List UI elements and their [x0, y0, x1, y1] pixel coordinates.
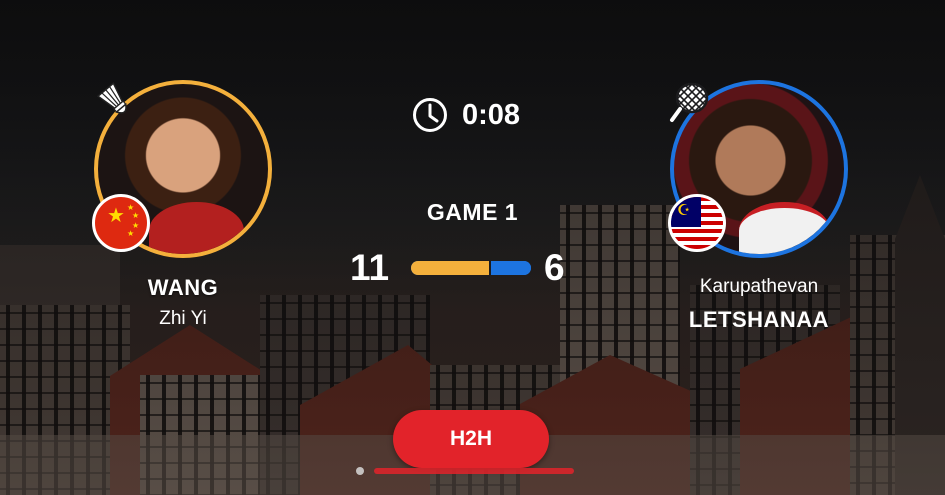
score-right: 6 [544, 247, 565, 288]
score-bar-left-fill [411, 261, 489, 275]
game-label: GAME 1 [426, 199, 519, 225]
shuttlecock-icon [96, 82, 127, 114]
player-given-name-left: Zhi Yi [159, 308, 207, 329]
player-surname-left: WANG [147, 275, 219, 300]
score-progress-bar [411, 261, 531, 275]
racket-icon [670, 82, 709, 122]
score-left: 11 [350, 247, 390, 288]
clock-icon [413, 98, 447, 132]
carousel-dot-active[interactable] [374, 468, 574, 474]
score-bar-right-fill [488, 261, 531, 275]
player-card-left[interactable]: ★ ★ ★ ★ ★ WANG Zhi Yi [92, 80, 272, 329]
carousel-dot[interactable] [356, 467, 364, 475]
player-surname-right: LETSHANAA [688, 307, 830, 332]
h2h-button[interactable]: H2H [393, 410, 549, 468]
match-timer: 0:08 [412, 96, 520, 134]
carousel-indicator[interactable] [356, 466, 574, 476]
timer-text: 0:08 [462, 98, 521, 131]
player-given-name-right: Karupathevan [699, 276, 819, 297]
